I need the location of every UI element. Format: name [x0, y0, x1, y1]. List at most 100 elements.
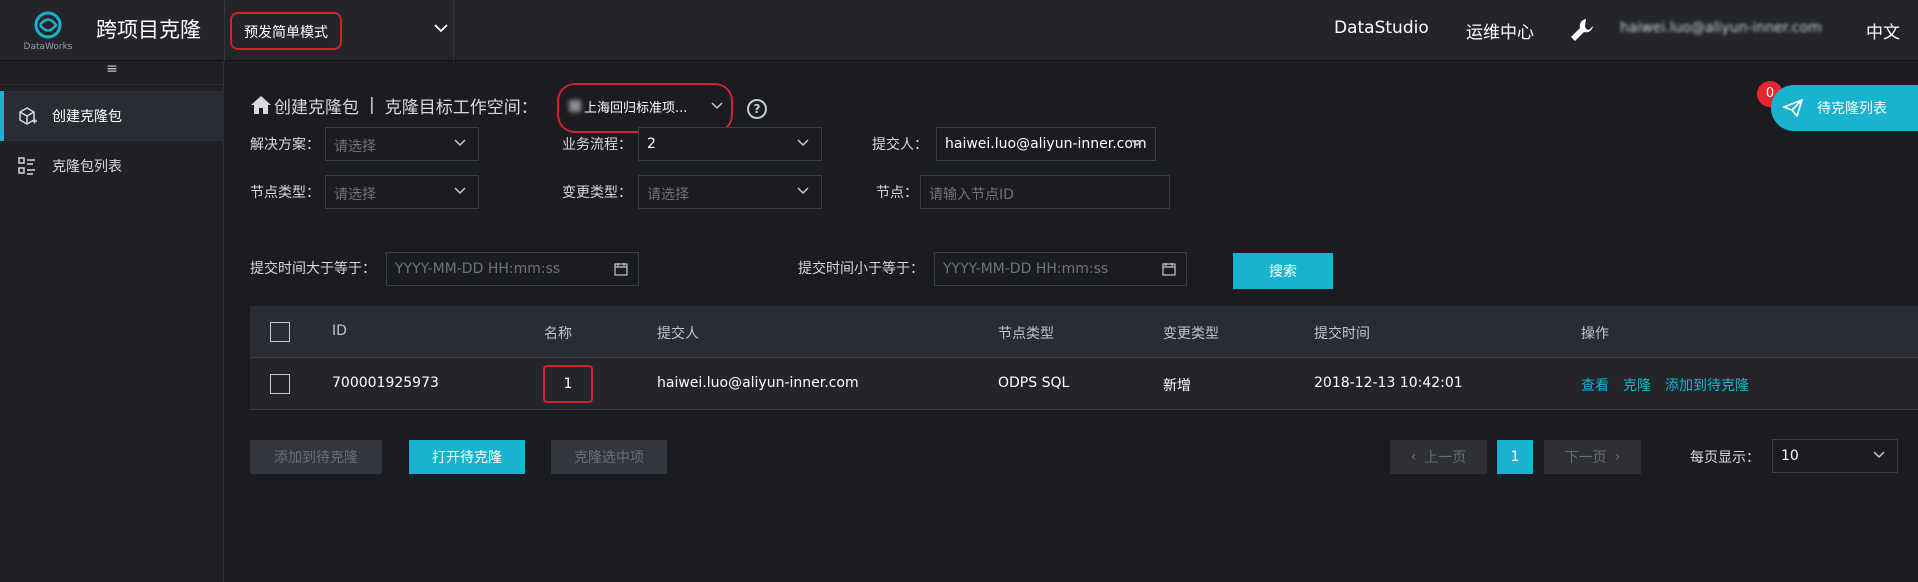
table-header: ID 名称 提交人 节点类型 变更类型 提交时间 操作	[250, 306, 1918, 358]
mode-select[interactable]: 预发简单模式	[230, 12, 342, 50]
time-from-placeholder: YYYY-MM-DD HH:mm:ss	[395, 261, 561, 277]
logo-text: DataWorks	[23, 42, 73, 52]
chevron-left-icon: ‹	[1410, 449, 1417, 465]
solution-label: 解决方案：	[250, 137, 320, 153]
calendar-icon[interactable]	[1162, 262, 1176, 276]
chevron-down-icon	[797, 184, 809, 198]
chevron-down-icon	[797, 136, 809, 150]
menu-icon[interactable]: ≡	[0, 61, 224, 85]
divider	[224, 0, 225, 61]
workspace-select[interactable]: 上海回归标准项...	[557, 83, 733, 133]
dataworks-logo-icon	[34, 11, 62, 39]
chevron-down-icon[interactable]	[434, 18, 448, 37]
view-link[interactable]: 查看	[1581, 378, 1609, 394]
clone-selected-button[interactable]: 克隆选中项	[551, 440, 667, 474]
list-icon	[18, 157, 35, 175]
add-pending-link[interactable]: 添加到待克隆	[1665, 378, 1749, 394]
next-page-button[interactable]: 下一页 ›	[1544, 440, 1641, 474]
sidebar-item-create-package[interactable]: 创建克隆包	[0, 91, 224, 141]
changetype-placeholder: 请选择	[647, 187, 689, 203]
col-name: 名称	[544, 326, 572, 342]
row-name: 1	[543, 365, 593, 403]
home-icon[interactable]	[250, 95, 272, 115]
send-icon	[1783, 99, 1803, 117]
nav-ops-center[interactable]: 运维中心	[1466, 18, 1534, 43]
time-from-label: 提交时间大于等于：	[250, 261, 376, 277]
crumb-separator: |	[369, 95, 375, 115]
next-page-label: 下一页	[1564, 450, 1607, 466]
row-actions: 查看 克隆 添加到待克隆	[1581, 375, 1763, 395]
clone-link[interactable]: 克隆	[1623, 378, 1651, 394]
flow-value: 2	[647, 136, 656, 152]
per-page-label: 每页显示：	[1690, 450, 1760, 466]
node-placeholder: 请输入节点ID	[929, 187, 1014, 203]
row-time: 2018-12-13 10:42:01	[1314, 375, 1463, 391]
sidebar: ≡ 创建克隆包 克隆包列表	[0, 61, 224, 582]
search-button[interactable]: 搜索	[1233, 253, 1333, 289]
solution-placeholder: 请选择	[334, 139, 376, 155]
flow-label: 业务流程：	[562, 137, 632, 153]
breadcrumb: 创建克隆包 | 克隆目标工作空间：	[250, 91, 538, 119]
app-title: 跨项目克隆	[96, 18, 201, 42]
flow-select[interactable]: 2	[638, 127, 822, 161]
pending-list-label: 待克隆列表	[1817, 101, 1887, 117]
calendar-icon[interactable]	[614, 262, 628, 276]
open-pending-button[interactable]: 打开待克隆	[409, 440, 525, 474]
node-label: 节点：	[876, 185, 918, 201]
nodetype-label: 节点类型：	[250, 185, 320, 201]
chevron-down-icon	[1131, 136, 1143, 150]
add-to-pending-button[interactable]: 添加到待克隆	[250, 440, 382, 474]
top-bar: DataWorks 跨项目克隆 预发简单模式 DataStudio 运维中心 h…	[0, 0, 1918, 61]
nodetype-select[interactable]: 请选择	[325, 175, 479, 209]
col-change-type: 变更类型	[1163, 326, 1219, 342]
chevron-down-icon	[454, 184, 466, 198]
row-node-type: ODPS SQL	[998, 375, 1070, 391]
time-to-placeholder: YYYY-MM-DD HH:mm:ss	[943, 261, 1109, 277]
select-all-checkbox[interactable]	[270, 322, 290, 342]
changetype-select[interactable]: 请选择	[638, 175, 822, 209]
user-account[interactable]: haiwei.luo@aliyun-inner.com	[1620, 20, 1822, 36]
chevron-down-icon	[454, 136, 466, 150]
pending-list-button[interactable]: 待克隆列表	[1771, 85, 1918, 131]
row-change-type: 新增	[1163, 378, 1191, 394]
sidebar-item-package-list[interactable]: 克隆包列表	[0, 141, 224, 191]
node-input[interactable]: 请输入节点ID	[920, 175, 1170, 209]
package-add-icon	[19, 107, 37, 125]
solution-select[interactable]: 请选择	[325, 127, 479, 161]
nav-datastudio[interactable]: DataStudio	[1334, 18, 1429, 38]
time-to-label: 提交时间小于等于：	[798, 261, 924, 277]
submitter-select[interactable]: haiwei.luo@aliyun-inner.com	[936, 127, 1156, 161]
col-id: ID	[332, 323, 347, 339]
row-checkbox[interactable]	[270, 374, 290, 394]
col-node-type: 节点类型	[998, 326, 1054, 342]
dataworks-logo[interactable]: DataWorks	[20, 10, 76, 54]
row-id: 700001925973	[332, 375, 439, 391]
col-submitter: 提交人	[657, 326, 699, 342]
sidebar-item-label: 创建克隆包	[52, 109, 122, 125]
wrench-icon[interactable]	[1568, 16, 1596, 44]
row-submitter: haiwei.luo@aliyun-inner.com	[657, 375, 859, 391]
prev-page-button[interactable]: ‹ 上一页	[1390, 440, 1487, 474]
col-actions: 操作	[1581, 326, 1609, 342]
sidebar-item-label: 克隆包列表	[52, 159, 122, 175]
submitter-label: 提交人：	[872, 137, 928, 153]
page-title: 创建克隆包	[274, 97, 359, 118]
submitter-value: haiwei.luo@aliyun-inner.com	[945, 136, 1147, 152]
divider	[453, 0, 454, 61]
nodetype-placeholder: 请选择	[334, 187, 376, 203]
col-time: 提交时间	[1314, 326, 1370, 342]
workspace-label: 克隆目标工作空间：	[384, 97, 538, 118]
language-switch[interactable]: 中文	[1866, 18, 1900, 43]
chevron-right-icon: ›	[1614, 449, 1621, 465]
per-page-select[interactable]: 10	[1772, 439, 1898, 473]
page-1-button[interactable]: 1	[1497, 440, 1533, 474]
workspace-value: 上海回归标准项...	[584, 101, 688, 116]
help-icon[interactable]: ?	[747, 99, 767, 119]
time-from-input[interactable]: YYYY-MM-DD HH:mm:ss	[386, 252, 639, 286]
chevron-down-icon	[1873, 448, 1885, 462]
chevron-down-icon	[711, 99, 723, 113]
main-content: 创建克隆包 | 克隆目标工作空间： 上海回归标准项... ? 0 待克隆列表 解…	[225, 61, 1918, 582]
time-to-input[interactable]: YYYY-MM-DD HH:mm:ss	[934, 252, 1187, 286]
table-row: 700001925973 1 haiwei.luo@aliyun-inner.c…	[250, 358, 1918, 410]
changetype-label: 变更类型：	[562, 185, 632, 201]
